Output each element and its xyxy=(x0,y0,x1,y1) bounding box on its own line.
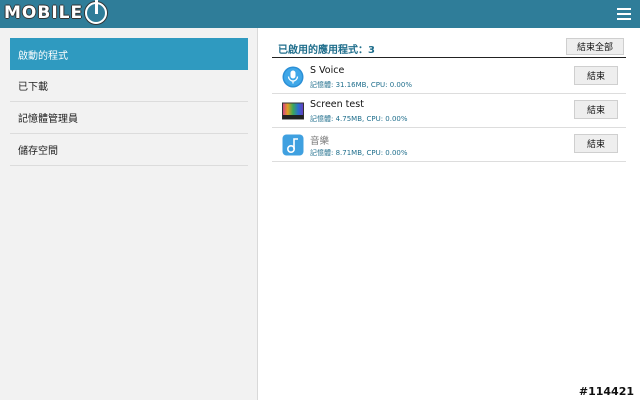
app-stats: 記憶體: 8.71MB, CPU: 0.00% xyxy=(310,149,408,157)
sidebar-item-downloaded[interactable]: 已下載 xyxy=(10,70,248,102)
menu-line xyxy=(617,18,631,20)
end-button[interactable]: 結束 xyxy=(574,66,618,85)
watermark: #114421 xyxy=(578,385,634,398)
menu-line xyxy=(617,13,631,15)
top-bar: MOBILE xyxy=(0,0,640,28)
app-name: S Voice xyxy=(310,65,345,76)
logo-badge-icon xyxy=(85,0,108,24)
sidebar-item-storage[interactable]: 儲存空間 xyxy=(10,134,248,166)
sidebar-item-label: 啟動的程式 xyxy=(18,50,68,62)
app-stats: 記憶體: 4.75MB, CPU: 0.00% xyxy=(310,115,408,123)
app-stats: 記憶體: 31.16MB, CPU: 0.00% xyxy=(310,81,412,89)
mobile01-logo: MOBILE xyxy=(4,0,108,24)
menu-line xyxy=(617,8,631,10)
end-all-button[interactable]: 結束全部 xyxy=(566,38,624,55)
music-note-icon xyxy=(282,134,304,156)
sidebar-item-memory-manager[interactable]: 記憶體管理員 xyxy=(10,102,248,134)
hamburger-menu-icon[interactable] xyxy=(617,8,631,20)
app-name: 音樂 xyxy=(310,136,330,147)
list-item: Screen test 記憶體: 4.75MB, CPU: 0.00% 結束 xyxy=(272,94,626,128)
sidebar-item-running-apps[interactable]: 啟動的程式 xyxy=(10,38,248,70)
sidebar-item-label: 儲存空間 xyxy=(18,146,58,157)
logo-text: MOBILE xyxy=(4,3,84,23)
app-name: Screen test xyxy=(310,99,364,110)
sidebar-item-label: 已下載 xyxy=(18,82,48,93)
sidebar-item-label: 記憶體管理員 xyxy=(18,114,78,125)
running-apps-panel: 已啟用的應用程式：3 結束全部 S Voice 記憶體: 31.16MB, CP… xyxy=(272,28,628,400)
end-button[interactable]: 結束 xyxy=(574,100,618,119)
page-title: 已啟用的應用程式：3 xyxy=(278,45,375,56)
sidebar: 啟動的程式 已下載 記憶體管理員 儲存空間 xyxy=(0,28,258,400)
microphone-icon xyxy=(282,66,304,88)
list-item: 音樂 記憶體: 8.71MB, CPU: 0.00% 結束 xyxy=(272,128,626,162)
panel-header: 已啟用的應用程式：3 結束全部 xyxy=(272,38,626,58)
color-bars-icon xyxy=(282,102,304,120)
list-item: S Voice 記憶體: 31.16MB, CPU: 0.00% 結束 xyxy=(272,60,626,94)
end-button[interactable]: 結束 xyxy=(574,134,618,153)
